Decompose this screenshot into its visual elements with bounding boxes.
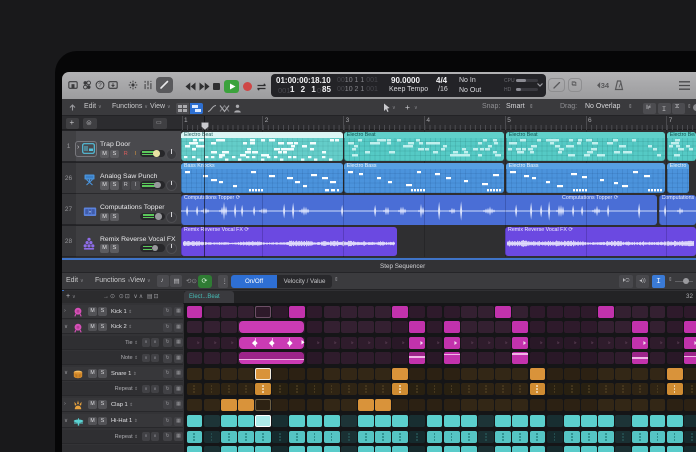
svg-text:?: ? xyxy=(98,82,102,89)
